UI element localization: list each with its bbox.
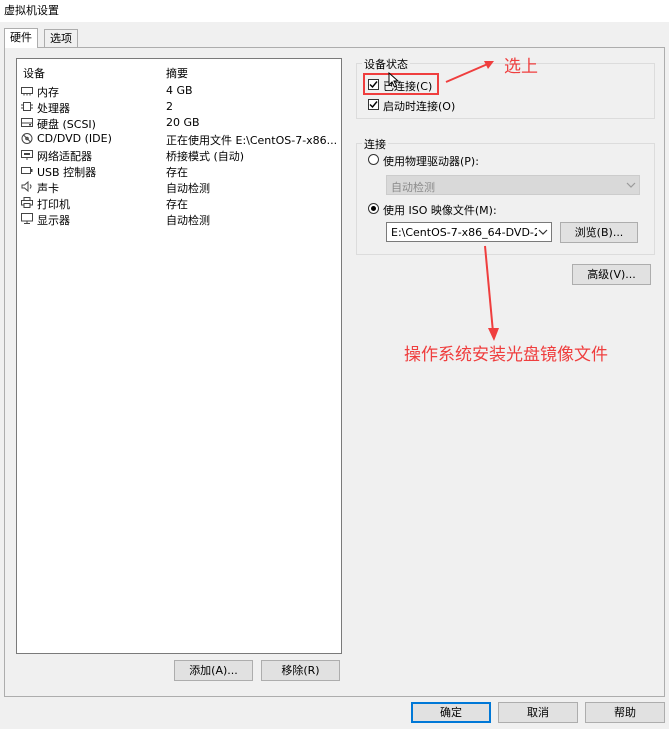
device-summary: 正在使用文件 E:\CentOS-7-x86...	[166, 134, 338, 147]
device-summary: 自动检测	[166, 214, 210, 227]
annotation-arrow-select	[445, 61, 494, 83]
physical-drive-label[interactable]: 使用物理驱动器(P):	[383, 153, 479, 169]
mouse-cursor-icon	[388, 72, 400, 88]
device-name: 内存	[37, 86, 59, 99]
device-summary: 4 GB	[166, 84, 193, 97]
device-status-group-label: 设备状态	[362, 56, 410, 72]
device-name: 声卡	[37, 182, 59, 195]
device-summary: 存在	[166, 166, 188, 179]
advanced-button[interactable]: 高级(V)...	[572, 264, 651, 285]
column-header-device[interactable]: 设备	[23, 65, 45, 80]
window-title: 虚拟机设置	[4, 4, 59, 17]
annotation-arrow-iso	[484, 245, 499, 341]
device-name: 显示器	[37, 214, 70, 227]
tab-hardware[interactable]: 硬件	[4, 28, 38, 48]
device-name: 硬盘 (SCSI)	[37, 118, 96, 131]
annotation-select-note: 选上	[504, 57, 538, 77]
browse-button[interactable]: 浏览(B)...	[560, 222, 638, 243]
column-header-summary[interactable]: 摘要	[166, 65, 188, 80]
device-summary: 存在	[166, 198, 188, 211]
device-row-sound-card[interactable]: 声卡 自动检测	[17, 179, 339, 195]
cd-dvd-icon	[21, 133, 33, 144]
device-name: 打印机	[37, 198, 70, 211]
device-name: USB 控制器	[37, 166, 97, 179]
device-summary: 自动检测	[166, 182, 210, 195]
remove-device-button[interactable]: 移除(R)	[261, 660, 340, 681]
check-icon	[369, 81, 378, 89]
device-name: 网络适配器	[37, 150, 92, 163]
device-name: 处理器	[37, 102, 70, 115]
device-row-cd-dvd[interactable]: CD/DVD (IDE) 正在使用文件 E:\CentOS-7-x86...	[17, 131, 339, 147]
connected-checkbox[interactable]	[368, 79, 379, 90]
connection-group-label: 连接	[362, 136, 388, 152]
device-row-hard-disk[interactable]: 硬盘 (SCSI) 20 GB	[17, 115, 339, 131]
device-row-processor[interactable]: 处理器 2	[17, 99, 339, 115]
iso-image-radio[interactable]	[368, 203, 379, 214]
chevron-down-icon	[626, 182, 636, 188]
device-list[interactable]: 设备 摘要 内存 4 GB 处理器 2 硬盘 (SCSI) 20 GB CD/D…	[16, 58, 342, 654]
display-icon	[21, 213, 33, 224]
tab-options[interactable]: 选项	[44, 29, 78, 47]
device-row-printer[interactable]: 打印机 存在	[17, 195, 339, 211]
processor-icon	[21, 102, 33, 111]
title-bar: 虚拟机设置	[0, 0, 669, 22]
physical-drive-select-value: 自动检测	[391, 181, 435, 194]
device-row-memory[interactable]: 内存 4 GB	[17, 83, 339, 99]
chevron-down-icon	[538, 229, 548, 235]
ok-button[interactable]: 确定	[411, 702, 491, 723]
device-name: CD/DVD (IDE)	[37, 132, 112, 145]
usb-icon	[21, 167, 33, 174]
device-summary: 2	[166, 100, 173, 113]
device-row-usb[interactable]: USB 控制器 存在	[17, 163, 339, 179]
add-device-button[interactable]: 添加(A)...	[174, 660, 253, 681]
iso-path-combobox[interactable]: E:\CentOS-7-x86_64-DVD-2	[386, 222, 552, 242]
connect-at-power-on-label[interactable]: 启动时连接(O)	[383, 98, 455, 114]
iso-path-value: E:\CentOS-7-x86_64-DVD-2	[391, 226, 537, 239]
network-adapter-icon	[21, 150, 33, 160]
device-summary: 20 GB	[166, 116, 200, 129]
help-button[interactable]: 帮助	[585, 702, 665, 723]
cancel-button[interactable]: 取消	[498, 702, 578, 723]
annotation-iso-note: 操作系统安装光盘镜像文件	[404, 345, 608, 365]
hard-disk-icon	[21, 118, 33, 127]
printer-icon	[21, 197, 33, 208]
device-row-display[interactable]: 显示器 自动检测	[17, 211, 339, 227]
device-row-network-adapter[interactable]: 网络适配器 桥接模式 (自动)	[17, 147, 339, 163]
device-summary: 桥接模式 (自动)	[166, 150, 245, 163]
iso-image-label[interactable]: 使用 ISO 映像文件(M):	[383, 202, 497, 218]
physical-drive-radio[interactable]	[368, 154, 379, 165]
connect-at-power-on-checkbox[interactable]	[368, 99, 379, 110]
physical-drive-select[interactable]: 自动检测	[386, 175, 640, 195]
memory-icon	[21, 87, 33, 96]
sound-card-icon	[21, 181, 32, 192]
check-icon	[369, 101, 378, 109]
